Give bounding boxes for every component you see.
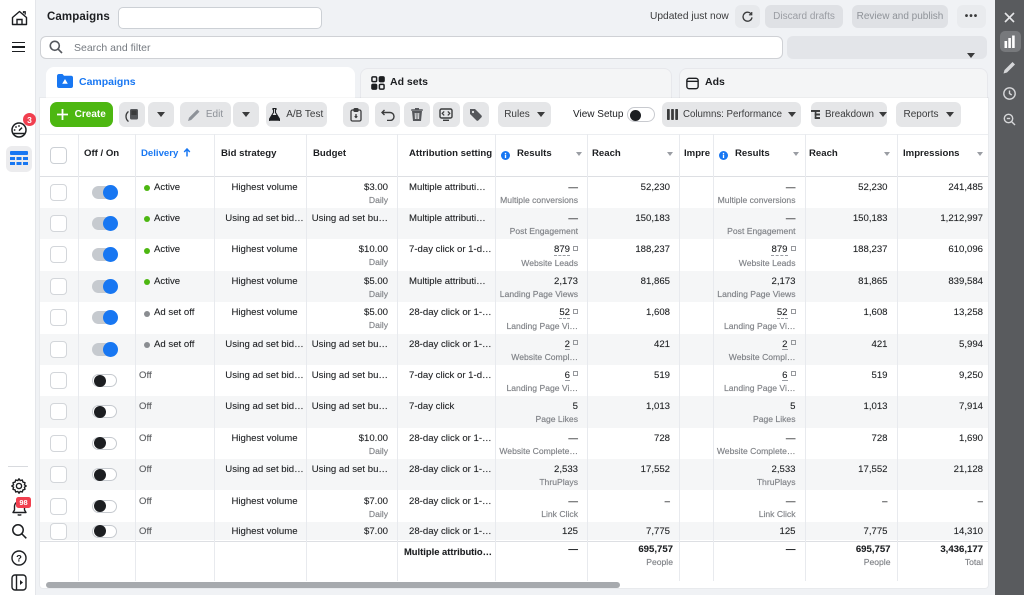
svg-text:?: ? bbox=[16, 553, 22, 564]
